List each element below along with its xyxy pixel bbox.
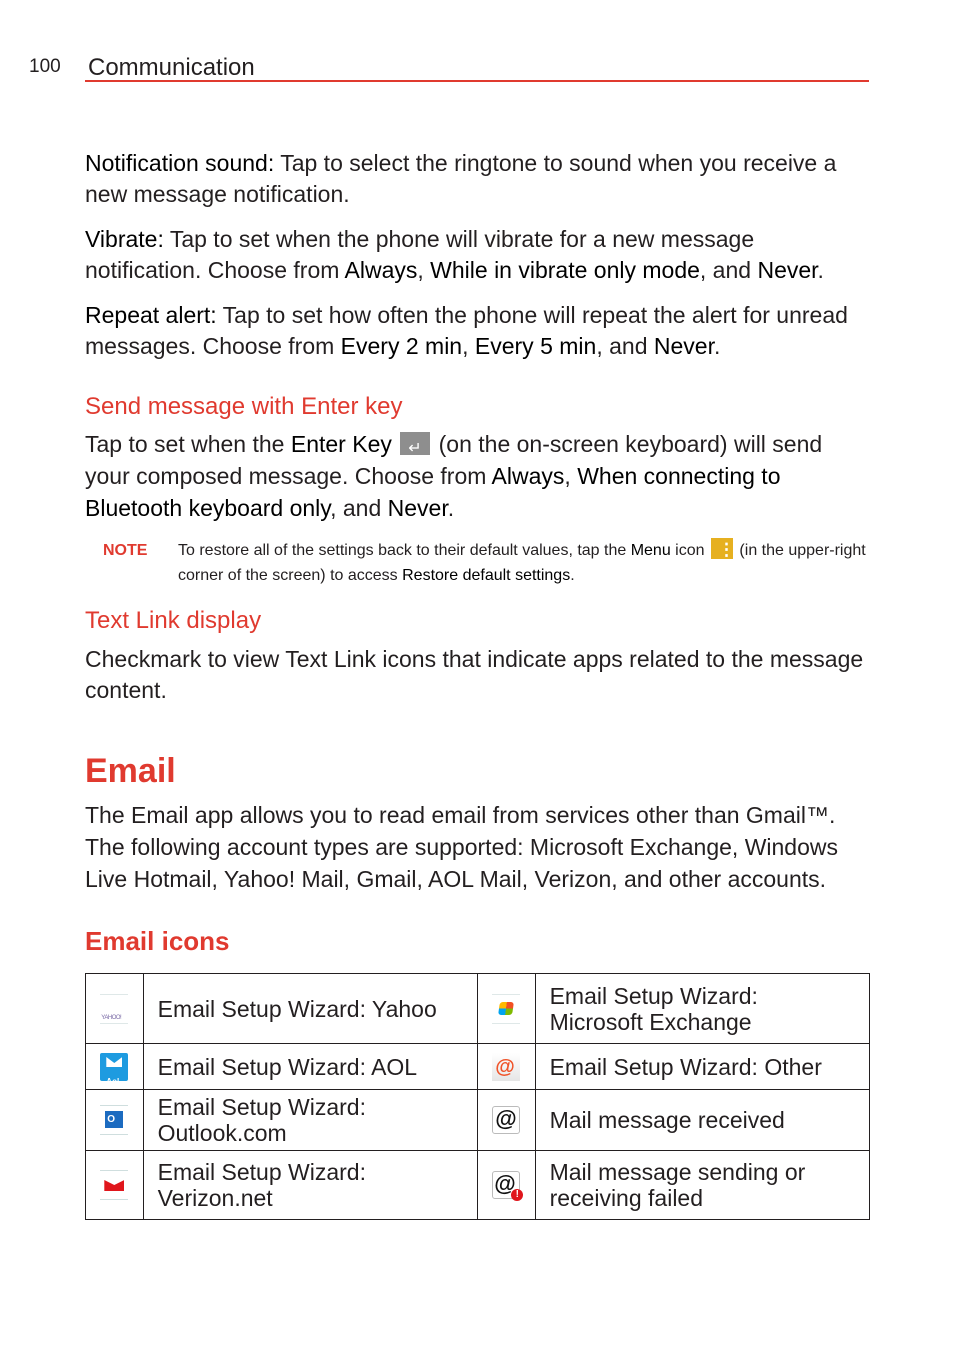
text-link-description: Checkmark to view Text Link icons that i… — [85, 646, 864, 703]
yahoo-icon — [100, 993, 129, 1031]
setting-repeat-alert: Repeat alert: Tap to set how often the p… — [85, 302, 848, 359]
verizon-icon — [100, 1170, 129, 1200]
email-icons-table: Email Setup Wizard: Yahoo Email Setup Wi… — [85, 973, 871, 1220]
email-title: Email — [85, 752, 176, 790]
table-cell: Email Setup Wizard: Microsoft Exchange — [534, 973, 871, 1044]
other-email-icon — [492, 1052, 521, 1081]
outlook-icon — [100, 1105, 129, 1135]
note-label: NOTE — [103, 542, 148, 559]
mail-failed-icon — [492, 1171, 524, 1202]
menu-icon — [710, 537, 735, 562]
aol-icon — [100, 1052, 129, 1095]
page-number: 100 — [29, 56, 61, 77]
setting-term: Repeat alert: — [85, 302, 217, 328]
header-rule — [85, 80, 869, 82]
table-cell: Mail message received — [534, 1089, 871, 1151]
note-text: To restore all of the settings back to t… — [178, 537, 871, 588]
heading-send-message-enter-key: Send message with Enter key — [85, 393, 403, 420]
send-enter-description: Tap to set when the Enter Key (on the on… — [85, 428, 871, 524]
note-box: NOTE To restore all of the settings back… — [85, 537, 871, 588]
setting-term: Notification sound: — [85, 150, 275, 176]
microsoft-exchange-icon — [492, 993, 521, 1024]
email-intro: The Email app allows you to read email f… — [85, 802, 838, 892]
setting-term: Vibrate: — [85, 226, 164, 252]
table-cell: Email Setup Wizard: Yahoo — [142, 973, 478, 1044]
enter-key-icon — [400, 432, 431, 465]
section-title: Communication — [88, 54, 255, 81]
table-cell: Mail message sending or receiving failed — [534, 1150, 871, 1220]
table-cell: Email Setup Wizard: Outlook.com — [142, 1089, 478, 1151]
mail-received-icon — [492, 1106, 521, 1135]
table-row: Email Setup Wizard: Verizon.net Mail mes… — [85, 1150, 871, 1220]
table-row: Email Setup Wizard: Yahoo Email Setup Wi… — [85, 973, 871, 1044]
setting-vibrate: Vibrate: Tap to set when the phone will … — [85, 226, 824, 283]
table-cell: Email Setup Wizard: Other — [534, 1043, 871, 1090]
heading-text-link-display: Text Link display — [85, 607, 262, 634]
table-cell: Email Setup Wizard: Verizon.net — [142, 1150, 478, 1220]
table-cell: Email Setup Wizard: AOL — [142, 1043, 478, 1090]
table-row: Email Setup Wizard: Outlook.com Mail mes… — [85, 1089, 871, 1151]
email-icons-heading: Email icons — [85, 926, 230, 956]
setting-notification-sound: Notification sound: Tap to select the ri… — [85, 150, 837, 207]
page-content: Notification sound: Tap to select the ri… — [85, 148, 871, 1220]
table-row: Email Setup Wizard: AOL Email Setup Wiza… — [85, 1043, 871, 1095]
